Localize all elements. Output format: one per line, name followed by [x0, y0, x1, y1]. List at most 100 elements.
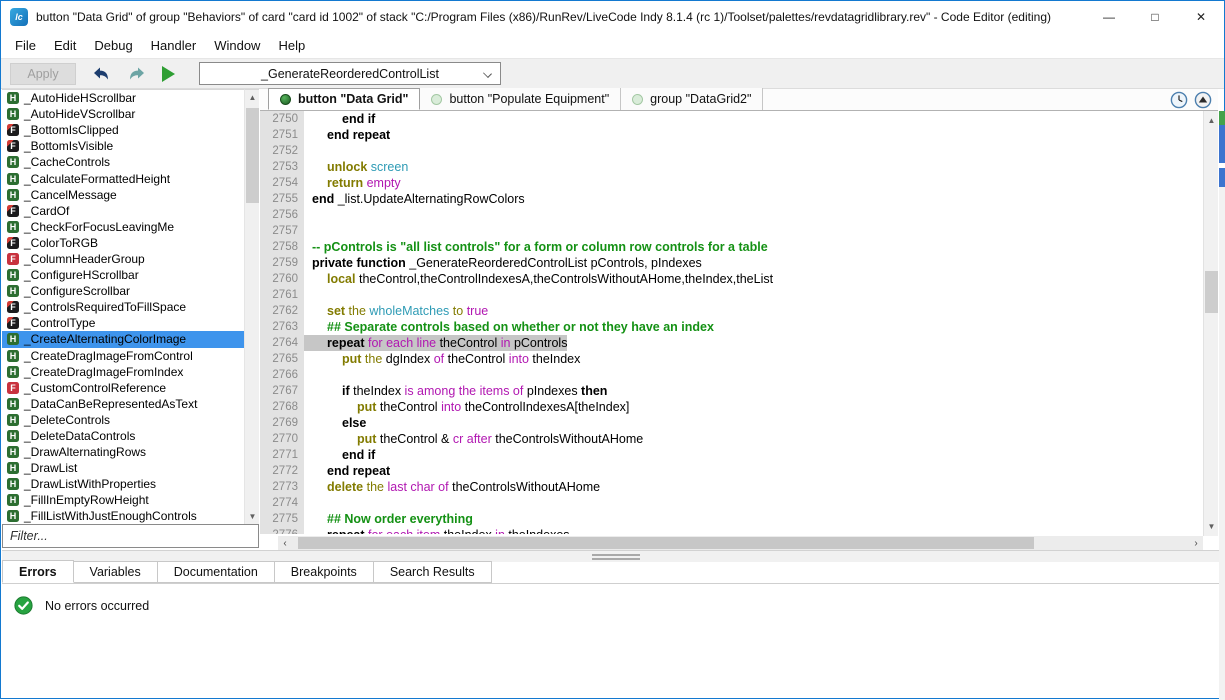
menu-item-file[interactable]: File — [6, 32, 45, 58]
line-number[interactable]: 2755 — [260, 191, 304, 207]
code-line-text[interactable]: repeat for each item theIndex in theInde… — [304, 527, 570, 534]
scrollbar-down-icon[interactable]: ▼ — [1204, 519, 1219, 534]
line-number[interactable]: 2751 — [260, 127, 304, 143]
code-line-text[interactable]: put the dgIndex of theControl into theIn… — [304, 351, 580, 367]
close-button[interactable]: ✕ — [1178, 1, 1224, 32]
line-number[interactable]: 2776 — [260, 527, 304, 534]
scrollbar-up-icon[interactable]: ▲ — [1204, 113, 1219, 128]
handler-list-item[interactable]: F_CardOf — [2, 203, 244, 219]
line-number[interactable]: 2766 — [260, 367, 304, 383]
code-line-text[interactable]: put theControl into theControlIndexesA[t… — [304, 399, 629, 415]
line-number[interactable]: 2771 — [260, 447, 304, 463]
handler-list-item[interactable]: H_DrawList — [2, 460, 244, 476]
handler-list-item[interactable]: H_CheckForFocusLeavingMe — [2, 219, 244, 235]
scroll-right-icon[interactable]: › — [1189, 536, 1203, 550]
handler-list-item[interactable]: H_DeleteDataControls — [2, 428, 244, 444]
bottom-tab-search-results[interactable]: Search Results — [374, 561, 492, 583]
line-number[interactable]: 2763 — [260, 319, 304, 335]
line-number[interactable]: 2756 — [260, 207, 304, 223]
handler-list-item[interactable]: H_CacheControls — [2, 154, 244, 170]
code-line-text[interactable]: local theControl,theControlIndexesA,theC… — [304, 271, 773, 287]
menu-item-edit[interactable]: Edit — [45, 32, 85, 58]
history-clock-icon[interactable] — [1170, 91, 1188, 109]
line-number[interactable]: 2760 — [260, 271, 304, 287]
line-number[interactable]: 2753 — [260, 159, 304, 175]
handler-list-item[interactable]: H_ConfigureScrollbar — [2, 283, 244, 299]
line-number[interactable]: 2765 — [260, 351, 304, 367]
code-line-text[interactable]: end _list.UpdateAlternatingRowColors — [304, 191, 525, 207]
code-line-text[interactable]: return empty — [304, 175, 401, 191]
line-number[interactable]: 2767 — [260, 383, 304, 399]
handler-list-item[interactable]: F_ColumnHeaderGroup — [2, 251, 244, 267]
scrollbar-down-icon[interactable]: ▼ — [245, 509, 260, 524]
code-line-text[interactable]: -- pControls is "all list controls" for … — [304, 239, 768, 255]
sidebar-scrollbar[interactable]: ▲ ▼ — [244, 89, 259, 524]
code-line-text[interactable]: end repeat — [304, 463, 390, 479]
handler-list-item[interactable]: F_ColorToRGB — [2, 235, 244, 251]
handler-list-item[interactable]: H_CalculateFormattedHeight — [2, 170, 244, 186]
code-line-text[interactable] — [304, 223, 312, 239]
script-tab[interactable]: group "DataGrid2" — [621, 88, 763, 110]
minimize-button[interactable]: — — [1086, 1, 1132, 32]
script-editor-area[interactable]: 2750end if2751end repeat27522753unlock s… — [260, 111, 1203, 534]
scrollbar-up-icon[interactable]: ▲ — [245, 90, 260, 105]
handler-selector-dropdown[interactable]: _GenerateReorderedControlList — [199, 62, 501, 85]
menu-item-handler[interactable]: Handler — [142, 32, 206, 58]
handler-list-item[interactable]: H_CreateDragImageFromIndex — [2, 364, 244, 380]
undo-icon[interactable] — [90, 64, 112, 84]
line-number[interactable]: 2750 — [260, 111, 304, 127]
code-line-text[interactable]: set the wholeMatches to true — [304, 303, 488, 319]
line-number[interactable]: 2758 — [260, 239, 304, 255]
splitter-grip-handle[interactable] — [592, 554, 640, 560]
handler-list-item[interactable]: F_CustomControlReference — [2, 380, 244, 396]
bottom-tab-errors[interactable]: Errors — [2, 560, 74, 583]
handler-list-item[interactable]: H_CreateAlternatingColorImage — [2, 331, 244, 347]
handler-filter-input[interactable] — [10, 529, 258, 543]
code-line-text[interactable] — [304, 495, 327, 511]
code-line-text[interactable] — [304, 287, 327, 303]
handler-list-item[interactable]: H_FillListWithJustEnoughControls — [2, 508, 244, 524]
line-number[interactable]: 2762 — [260, 303, 304, 319]
redo-icon[interactable] — [126, 64, 148, 84]
handler-list-item[interactable]: H_ConfigureHScrollbar — [2, 267, 244, 283]
code-line-text[interactable]: ## Separate controls based on whether or… — [304, 319, 714, 335]
line-number[interactable]: 2754 — [260, 175, 304, 191]
script-tab[interactable]: button "Data Grid" — [268, 88, 420, 110]
line-number[interactable]: 2768 — [260, 399, 304, 415]
handler-list-item[interactable]: F_ControlType — [2, 315, 244, 331]
navigate-up-icon[interactable] — [1194, 91, 1212, 109]
line-number[interactable]: 2774 — [260, 495, 304, 511]
code-horizontal-scrollbar[interactable]: ‹ › — [278, 536, 1203, 550]
vertical-scrollbar-thumb[interactable] — [1205, 271, 1218, 313]
handler-list-item[interactable]: H_FillInEmptyRowHeight — [2, 492, 244, 508]
line-number[interactable]: 2752 — [260, 143, 304, 159]
code-line-text[interactable]: unlock screen — [304, 159, 408, 175]
menu-item-window[interactable]: Window — [205, 32, 269, 58]
handler-list-item[interactable]: H_AutoHideVScrollbar — [2, 106, 244, 122]
sidebar-scrollbar-thumb[interactable] — [246, 108, 259, 203]
line-number[interactable]: 2757 — [260, 223, 304, 239]
horizontal-scrollbar-thumb[interactable] — [298, 537, 1034, 549]
handler-list-item[interactable]: H_DrawListWithProperties — [2, 476, 244, 492]
line-number[interactable]: 2772 — [260, 463, 304, 479]
handler-list-item[interactable]: F_ControlsRequiredToFillSpace — [2, 299, 244, 315]
menu-item-help[interactable]: Help — [269, 32, 314, 58]
code-line-text[interactable]: else — [304, 415, 366, 431]
handler-list-item[interactable]: H_DrawAlternatingRows — [2, 444, 244, 460]
code-line-text[interactable]: put theControl & cr after theControlsWit… — [304, 431, 643, 447]
bottom-tab-documentation[interactable]: Documentation — [158, 561, 275, 583]
menu-item-debug[interactable]: Debug — [85, 32, 141, 58]
handler-list-item[interactable]: H_DeleteControls — [2, 412, 244, 428]
code-vertical-scrollbar[interactable]: ▲ ▼ — [1203, 111, 1218, 536]
code-line-text[interactable]: if theIndex is among the items of pIndex… — [304, 383, 607, 399]
run-script-icon[interactable] — [162, 66, 175, 82]
line-number[interactable]: 2773 — [260, 479, 304, 495]
code-line-text[interactable]: private function _GenerateReorderedContr… — [304, 255, 702, 271]
handler-list-item[interactable]: H_CancelMessage — [2, 187, 244, 203]
line-number[interactable]: 2764 — [260, 335, 304, 351]
code-line-text[interactable]: delete the last char of theControlsWitho… — [304, 479, 600, 495]
handler-list-item[interactable]: H_AutoHideHScrollbar — [2, 90, 244, 106]
line-number[interactable]: 2761 — [260, 287, 304, 303]
code-line-text[interactable]: end if — [304, 111, 375, 127]
code-line-text[interactable]: end if — [304, 447, 375, 463]
